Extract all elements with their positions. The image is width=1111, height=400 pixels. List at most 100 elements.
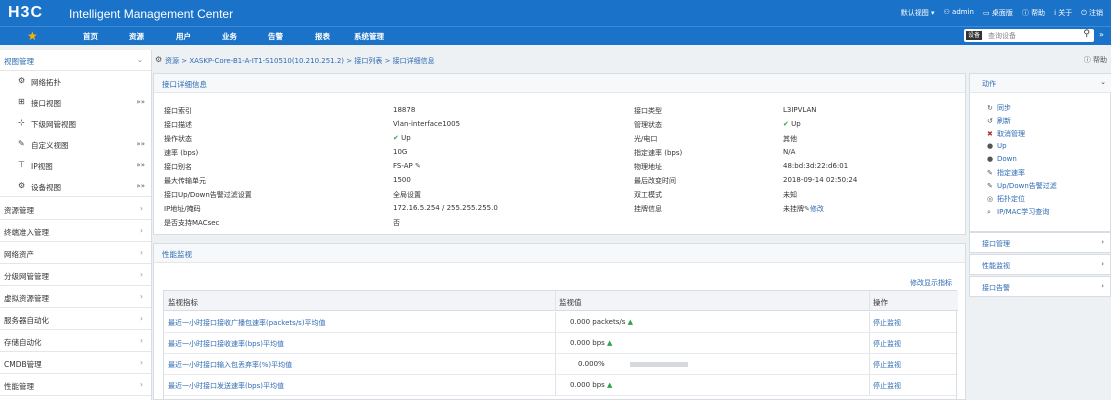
sidebar-item-interface-view[interactable]: ⊞ 接口视图 »» [0, 92, 151, 113]
expand-chevron-icon[interactable]: »» [136, 161, 145, 169]
nav-system[interactable]: 系统管理 [354, 31, 384, 42]
sidebar-group-performance[interactable]: 性能管理 › [0, 375, 151, 396]
field-label: 操作状态 [164, 135, 192, 143]
panel-header: 性能监视 [154, 244, 965, 263]
help-link[interactable]: ⓘ 帮助 [1022, 8, 1045, 18]
panel-title: 接口详细信息 [162, 80, 207, 89]
column-divider [869, 375, 870, 395]
sidebar-item-topology[interactable]: ⚙ 网络拓扑 [0, 71, 151, 92]
sidebar-group-hierarchical-nms[interactable]: 分级网管管理 › [0, 265, 151, 286]
performance-monitor-link[interactable]: 性能监视 › [969, 254, 1111, 275]
h3c-logo[interactable]: H3C [8, 4, 43, 22]
sidebar-group-resource[interactable]: 资源管理 › [0, 199, 151, 220]
action-alarm-filter[interactable]: ✎ Up/Down告警过滤 [987, 181, 1057, 191]
sidebar-group-view-management[interactable]: 视图管理 ⌄ [0, 50, 151, 71]
sidebar-item-ip-view[interactable]: ⊤ IP视图 »» [0, 155, 151, 176]
action-ip-mac-query[interactable]: ⌕ IP/MAC学习查询 [987, 207, 1049, 217]
action-up[interactable]: ● Up [987, 142, 1007, 150]
interface-detail-panel: 接口详细信息 [153, 73, 966, 235]
sidebar-group-server-automation[interactable]: 服务器自动化 › [0, 309, 151, 330]
edit-icon[interactable]: ✎ [415, 162, 421, 170]
stop-monitor-link[interactable]: 停止监视 [873, 318, 901, 328]
custom-view-icon: ✎ [18, 139, 25, 148]
search-icon[interactable]: ⚲ [1083, 29, 1090, 39]
device-search-box[interactable]: 设备 查询设备 ⚲ [964, 29, 1094, 42]
expand-chevron-icon[interactable]: »» [136, 182, 145, 190]
about-link[interactable]: ⅰ 关于 [1054, 8, 1072, 18]
sidebar-group-terminal-access[interactable]: 终端准入管理 › [0, 221, 151, 242]
modify-metrics-link[interactable]: 修改显示指标 [910, 278, 952, 288]
admin-user-link[interactable]: ⚇ admin [944, 8, 974, 18]
admin-status-value: ✔ Up [783, 120, 801, 128]
sidebar-item-sub-nms[interactable]: ⊹ 下级网管视图 [0, 113, 151, 134]
sidebar-group-label: 性能管理 [4, 382, 34, 391]
metric-link[interactable]: 最近一小时接口接收速率(bps)平均值 [168, 339, 284, 349]
breadcrumb-path[interactable]: 资源 > XASKP-Core-B1-A-IT1-S10510(10.210.2… [165, 56, 435, 66]
field-label: 双工模式 [634, 191, 662, 199]
sidebar-item-custom-view[interactable]: ✎ 自定义视图 »» [0, 134, 151, 155]
nav-collapse-chevron-icon[interactable]: » [1099, 30, 1104, 39]
field-value: 172.16.5.254 / 255.255.255.0 [393, 204, 498, 212]
table-row: 最近一小时接口发送速率(bps)平均值 0.000 bps ▲ 停止监视 [164, 375, 958, 396]
status-up-icon: ✔ [393, 134, 402, 142]
action-sync[interactable]: ↻ 同步 [987, 103, 1011, 113]
main-nav: ★ 首页 资源 用户 业务 告警 报表 系统管理 [0, 26, 1111, 45]
interface-alarm-link[interactable]: 接口告警 › [969, 276, 1111, 297]
nav-user[interactable]: 用户 [176, 31, 191, 42]
down-icon: ● [987, 155, 994, 163]
field-label: 接口Up/Down告警过滤设置 [164, 191, 252, 199]
modify-tag-link[interactable]: 修改 [810, 205, 824, 213]
metric-link[interactable]: 最近一小时接口输入包丢弃率(%)平均值 [168, 360, 292, 370]
actions-panel-header[interactable]: 动作 ⌄ [970, 74, 1111, 93]
action-down[interactable]: ● Down [987, 155, 1017, 163]
favorites-star-icon[interactable]: ★ [27, 29, 38, 43]
sidebar-group-label: 网络资产 [4, 250, 34, 259]
expand-chevron-icon[interactable]: »» [136, 140, 145, 148]
interface-management-link[interactable]: 接口管理 › [969, 232, 1111, 253]
metric-link[interactable]: 最近一小时接口接收广播包速率(packets/s)平均值 [168, 318, 326, 328]
default-view-dropdown[interactable]: 默认视图 ▾ [901, 8, 935, 18]
sidebar-item-device-view[interactable]: ⚙ 设备视图 »» [0, 176, 151, 197]
performance-table: 监视指标 监视值 操作 最近一小时接口接收广播包速率(packets/s)平均值… [163, 290, 958, 400]
action-set-rate[interactable]: ✎ 指定速率 [987, 168, 1025, 178]
sidebar-group-storage-automation[interactable]: 存储自动化 › [0, 331, 151, 352]
logout-link[interactable]: ⏻ 注销 [1081, 8, 1103, 18]
field-label: 是否支持MACsec [164, 219, 220, 227]
field-value: Vlan-interface1005 [393, 120, 461, 128]
sidebar-item-label: IP视图 [31, 162, 53, 171]
help-link[interactable]: ⓘ 帮助 [1084, 55, 1107, 65]
trend-up-icon: ▲ [607, 339, 613, 347]
search-input[interactable]: 查询设备 [988, 31, 1016, 41]
sidebar-group-cmdb[interactable]: CMDB管理 › [0, 353, 151, 374]
table-row: 最近一小时接口接收广播包速率(packets/s)平均值 0.000 packe… [164, 312, 958, 333]
metric-link[interactable]: 最近一小时接口发送速率(bps)平均值 [168, 381, 284, 391]
sidebar-group-network-assets[interactable]: 网络资产 › [0, 243, 151, 264]
desktop-version-link[interactable]: ▭ 桌面版 [983, 8, 1013, 18]
action-unmanage[interactable]: ✖ 取消管理 [987, 129, 1025, 139]
column-divider [555, 312, 556, 332]
search-type-selector[interactable]: 设备 [966, 31, 982, 40]
status-up-icon: ✔ [783, 120, 792, 128]
stop-monitor-link[interactable]: 停止监视 [873, 360, 901, 370]
chevron-right-icon: › [140, 336, 143, 345]
topology-icon: ⚙ [18, 76, 26, 85]
column-divider [869, 333, 870, 353]
column-header-value: 监视值 [559, 298, 582, 307]
metric-value: 0.000% [570, 354, 770, 375]
expand-chevron-icon[interactable]: »» [136, 98, 145, 106]
nav-resource[interactable]: 资源 [129, 31, 144, 42]
nav-report[interactable]: 报表 [315, 31, 330, 42]
action-topology-locate[interactable]: ◎ 拓扑定位 [987, 194, 1025, 204]
sidebar-group-label: 视图管理 [4, 57, 34, 66]
chevron-right-icon: › [1101, 282, 1104, 290]
nav-alarm[interactable]: 告警 [268, 31, 283, 42]
nav-home[interactable]: 首页 [83, 31, 98, 42]
tag-info-value: 未挂牌✎修改 [783, 205, 824, 213]
column-header-action: 操作 [873, 298, 888, 307]
stop-monitor-link[interactable]: 停止监视 [873, 339, 901, 349]
nav-service[interactable]: 业务 [222, 31, 237, 42]
stop-monitor-link[interactable]: 停止监视 [873, 381, 901, 391]
panel-title: 动作 [982, 80, 996, 88]
action-refresh[interactable]: ↺ 刷新 [987, 116, 1011, 126]
sidebar-group-virtual-resource[interactable]: 虚拟资源管理 › [0, 287, 151, 308]
